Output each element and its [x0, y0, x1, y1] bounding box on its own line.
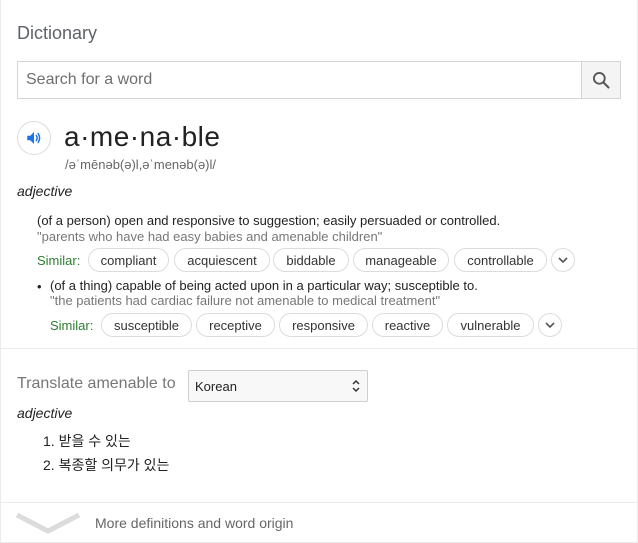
similar-word-chip[interactable]: receptive — [196, 313, 275, 337]
expand-similar-button[interactable] — [551, 248, 575, 272]
select-arrows-icon — [352, 379, 360, 393]
card-title: Dictionary — [17, 23, 98, 43]
pronunciation: /əˈmēnəb(ə)l,əˈmenəb(ə)l/ — [65, 157, 217, 172]
pronounce-button[interactable] — [17, 121, 51, 155]
similar-word-chip[interactable]: controllable — [454, 248, 547, 272]
expand-similar-button[interactable] — [538, 313, 562, 337]
definition-2: (of a thing) capable of being acted upon… — [50, 278, 478, 293]
divider — [1, 348, 637, 349]
chevron-down-icon[interactable] — [15, 512, 81, 536]
translation-item: 1. 받을 수 있는 — [43, 433, 131, 449]
headword: a·me·na·ble — [64, 121, 221, 152]
similar-word-chip[interactable]: reactive — [372, 313, 443, 337]
part-of-speech: adjective — [17, 183, 73, 199]
definition-1: (of a person) open and responsive to sug… — [37, 213, 501, 228]
similar-label-2: Similar: — [50, 318, 94, 333]
similar-word-chip[interactable]: vulnerable — [447, 313, 534, 337]
search-button[interactable] — [581, 62, 620, 98]
search-box — [17, 61, 621, 99]
search-icon — [593, 72, 610, 89]
translate-label: Translate amenable to — [17, 375, 176, 392]
speaker-icon — [27, 132, 41, 144]
similar-word-chip[interactable]: manageable — [353, 248, 449, 272]
similar-word-chip[interactable]: susceptible — [101, 313, 192, 337]
language-select[interactable]: Korean — [188, 370, 368, 402]
example-1: "parents who have had easy babies and am… — [37, 229, 383, 244]
similar-label-1: Similar: — [37, 253, 81, 268]
divider — [1, 502, 637, 503]
similar-word-chip[interactable]: responsive — [279, 313, 368, 337]
similar-word-chip[interactable]: biddable — [273, 248, 349, 272]
example-2: "the patients had cardiac failure not am… — [50, 293, 441, 308]
similar-word-chip[interactable]: acquiescent — [174, 248, 270, 272]
translation-item: 2. 복종할 의무가 있는 — [43, 457, 170, 473]
dictionary-card: Dictionary a·me·na·ble /əˈmēnəb(ə)l,əˈme… — [0, 0, 638, 543]
chevron-down-icon — [558, 257, 568, 264]
chevron-down-icon — [545, 322, 555, 329]
language-select-value: Korean — [195, 378, 237, 394]
search-input[interactable] — [18, 62, 582, 98]
sub-sense-bullet: • — [37, 279, 42, 294]
more-definitions-link[interactable]: More definitions and word origin — [95, 515, 293, 531]
translate-part-of-speech: adjective — [17, 405, 73, 421]
similar-word-chip[interactable]: compliant — [88, 248, 169, 272]
